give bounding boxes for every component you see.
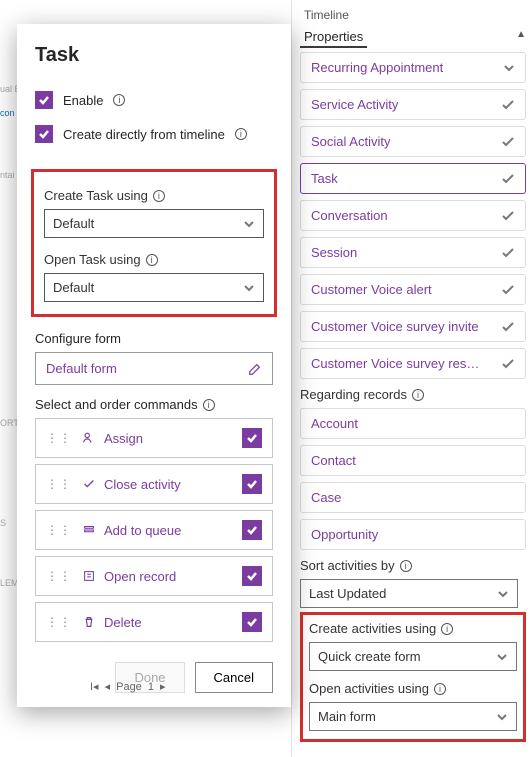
trash-icon	[82, 615, 96, 629]
command-add-to-queue[interactable]: Add to queue	[35, 510, 273, 550]
enable-row[interactable]: Enable i	[35, 91, 273, 109]
configure-form-label: Configure form	[35, 331, 273, 346]
info-icon[interactable]: i	[400, 560, 412, 572]
info-icon[interactable]: i	[441, 623, 453, 635]
create-activities-label: Create activities using i	[309, 621, 517, 636]
regarding-account[interactable]: Account	[300, 408, 526, 439]
command-checkbox[interactable]	[242, 520, 262, 540]
chevron-down-icon	[496, 651, 508, 663]
command-checkbox[interactable]	[242, 566, 262, 586]
activity-type-task[interactable]: Task	[300, 163, 526, 194]
command-assign[interactable]: Assign	[35, 418, 273, 458]
commands-label: Select and order commands i	[35, 397, 273, 412]
check-icon	[501, 357, 515, 371]
bg-hint: S	[0, 518, 6, 528]
chevron-down-icon	[503, 62, 515, 74]
activities-highlight-box: Create activities using i Quick create f…	[300, 612, 526, 742]
user-icon	[82, 431, 96, 445]
queue-icon	[82, 523, 96, 537]
command-checkbox[interactable]	[242, 612, 262, 632]
info-icon[interactable]: i	[113, 94, 125, 106]
command-delete[interactable]: Delete	[35, 602, 273, 642]
collapse-icon[interactable]: ▲	[516, 25, 526, 40]
drag-handle-icon[interactable]	[46, 437, 72, 440]
drag-handle-icon[interactable]	[46, 575, 72, 578]
activity-type-customer-voice-alert[interactable]: Customer Voice alert	[300, 274, 526, 305]
info-icon[interactable]: i	[203, 399, 215, 411]
properties-panel: Timeline Properties ▲ Recurring Appointm…	[291, 0, 532, 757]
check-icon	[501, 172, 515, 186]
activity-type-customer-voice-invite[interactable]: Customer Voice survey invite	[300, 311, 526, 342]
cancel-button[interactable]: Cancel	[195, 662, 273, 693]
drag-handle-icon[interactable]	[46, 483, 72, 486]
chevron-down-icon	[496, 711, 508, 723]
command-open-record[interactable]: Open record	[35, 556, 273, 596]
sort-activities-label: Sort activities by i	[300, 558, 526, 573]
activity-type-recurring-appointment[interactable]: Recurring Appointment	[300, 52, 526, 83]
properties-tab[interactable]: Properties	[300, 25, 367, 48]
bg-hint: ntai	[0, 170, 15, 180]
regarding-records-label: Regarding records i	[300, 387, 526, 402]
info-icon[interactable]: i	[235, 128, 247, 140]
command-checkbox[interactable]	[242, 474, 262, 494]
task-form-highlight-box: Create Task using i Default Open Task us…	[31, 169, 277, 317]
pager-first-icon[interactable]: I◂	[90, 680, 99, 693]
chevron-down-icon	[243, 218, 255, 230]
activity-type-customer-voice-response[interactable]: Customer Voice survey response	[300, 348, 526, 379]
panel-title: Task	[35, 44, 273, 67]
command-close-activity[interactable]: Close activity	[35, 464, 273, 504]
pager: I◂ ◂ Page 1 ▸	[90, 680, 165, 693]
create-task-dropdown[interactable]: Default	[44, 209, 264, 238]
check-icon	[82, 477, 96, 491]
activity-type-social-activity[interactable]: Social Activity	[300, 126, 526, 157]
activity-type-conversation[interactable]: Conversation	[300, 200, 526, 231]
create-directly-checkbox[interactable]	[35, 125, 53, 143]
activity-type-service-activity[interactable]: Service Activity	[300, 89, 526, 120]
drag-handle-icon[interactable]	[46, 529, 72, 532]
info-icon[interactable]: i	[153, 190, 165, 202]
check-icon	[501, 320, 515, 334]
command-checkbox[interactable]	[242, 428, 262, 448]
info-icon[interactable]: i	[146, 254, 158, 266]
bg-hint: LEM	[0, 578, 19, 588]
check-icon	[501, 283, 515, 297]
chevron-down-icon	[243, 282, 255, 294]
default-form-row[interactable]: Default form	[35, 352, 273, 385]
check-icon	[501, 246, 515, 260]
sort-activities-dropdown[interactable]: Last Updated	[300, 579, 518, 608]
create-task-label: Create Task using i	[44, 188, 264, 203]
regarding-contact[interactable]: Contact	[300, 445, 526, 476]
info-icon[interactable]: i	[412, 389, 424, 401]
check-icon	[501, 135, 515, 149]
activity-type-session[interactable]: Session	[300, 237, 526, 268]
create-activities-dropdown[interactable]: Quick create form	[309, 642, 517, 671]
bg-hint-link: con	[0, 108, 15, 118]
open-task-label: Open Task using i	[44, 252, 264, 267]
chevron-down-icon	[497, 588, 509, 600]
regarding-opportunity[interactable]: Opportunity	[300, 519, 526, 550]
open-activities-label: Open activities using i	[309, 681, 517, 696]
info-icon[interactable]: i	[434, 683, 446, 695]
open-icon	[82, 569, 96, 583]
regarding-case[interactable]: Case	[300, 482, 526, 513]
task-settings-panel: Task Enable i Create directly from timel…	[17, 24, 291, 707]
pager-prev-icon[interactable]: ◂	[105, 680, 111, 693]
create-directly-row[interactable]: Create directly from timeline i	[35, 125, 273, 143]
drag-handle-icon[interactable]	[46, 621, 72, 624]
check-icon	[501, 209, 515, 223]
pager-next-icon[interactable]: ▸	[160, 680, 166, 693]
open-activities-dropdown[interactable]: Main form	[309, 702, 517, 731]
edit-icon	[248, 362, 262, 376]
open-task-dropdown[interactable]: Default	[44, 273, 264, 302]
check-icon	[501, 98, 515, 112]
timeline-label: Timeline	[300, 6, 526, 25]
enable-checkbox[interactable]	[35, 91, 53, 109]
